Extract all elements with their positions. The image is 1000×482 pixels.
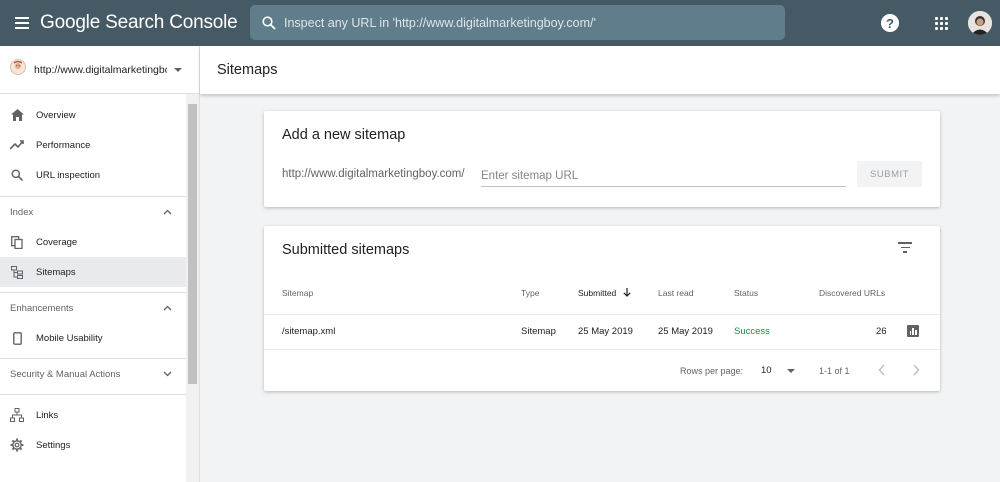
cell-discovered-urls: 26 (876, 326, 887, 337)
rows-per-page-select[interactable]: 10 (761, 365, 795, 376)
phone-icon (10, 331, 24, 345)
section-label: Enhancements (10, 302, 74, 314)
sidebar-item-label: Overview (36, 109, 76, 121)
copy-icon (10, 235, 24, 249)
column-header-submitted[interactable]: Submitted (578, 288, 631, 299)
top-app-bar: Google Search Console ? (0, 0, 1000, 46)
sidebar-item-label: Settings (36, 439, 71, 451)
sidebar-item-overview[interactable]: Overview (0, 100, 186, 130)
divider (264, 314, 940, 315)
rows-per-page-value: 10 (761, 365, 772, 376)
sidebar-item-label: Sitemaps (36, 266, 76, 278)
sidebar-item-label: Mobile Usability (36, 332, 103, 344)
sidebar: http://www.digitalmarketingboy.com/ Over… (0, 46, 200, 482)
avatar[interactable] (968, 11, 992, 35)
sidebar-section-index[interactable]: Index (0, 197, 200, 227)
sidebar-item-mobile-usability[interactable]: Mobile Usability (0, 323, 186, 353)
search-icon (262, 15, 276, 30)
sidebar-scrollbar[interactable] (186, 94, 199, 482)
sidebar-item-sitemaps[interactable]: Sitemaps (0, 257, 186, 287)
sitemap-url-prefix: http://www.digitalmarketingboy.com/ (282, 168, 465, 180)
url-inspection-search[interactable] (250, 5, 785, 40)
column-header-last-read[interactable]: Last read (658, 288, 693, 298)
column-header-type[interactable]: Type (521, 288, 539, 298)
divider (264, 349, 940, 350)
chevron-up-icon (163, 303, 172, 314)
page-title: Sitemaps (200, 46, 1000, 94)
submit-button[interactable]: SUBMIT (857, 161, 922, 187)
app-title[interactable]: Google Search Console (40, 12, 238, 34)
search-icon (10, 168, 24, 182)
sidebar-item-label: Links (36, 409, 59, 421)
sidebar-item-label: URL inspection (36, 169, 101, 181)
links-icon (10, 408, 24, 422)
column-header-label: Submitted (578, 288, 617, 298)
status-badge: Success (734, 326, 770, 337)
column-header-discovered-urls[interactable]: Discovered URLs (819, 288, 885, 298)
add-sitemap-card: Add a new sitemap http://www.digitalmark… (264, 111, 940, 207)
sidebar-section-enhancements[interactable]: Enhancements (0, 293, 200, 323)
card-title: Add a new sitemap (282, 127, 406, 143)
home-icon (10, 108, 24, 122)
arrow-down-icon (623, 288, 631, 299)
property-url: http://www.digitalmarketingboy.com/ (34, 63, 167, 76)
scrollbar-thumb[interactable] (188, 104, 197, 384)
cell-submitted: 25 May 2019 (578, 326, 633, 337)
search-input[interactable] (284, 15, 754, 30)
sitemap-url-input[interactable] (481, 165, 846, 187)
property-favicon-icon (10, 59, 26, 80)
chevron-left-icon[interactable] (878, 364, 886, 379)
chevron-down-icon (174, 67, 182, 72)
cell-sitemap[interactable]: /sitemap.xml (282, 326, 335, 337)
sidebar-item-settings[interactable]: Settings (0, 430, 186, 460)
help-icon[interactable]: ? (881, 14, 899, 32)
submitted-sitemaps-card: Submitted sitemaps Sitemap Type Submitte… (264, 226, 940, 391)
pagination-range: 1-1 of 1 (819, 366, 850, 376)
sidebar-item-coverage[interactable]: Coverage (0, 227, 186, 257)
sidebar-section-security[interactable]: Security & Manual Actions (0, 359, 200, 389)
sidebar-item-url-inspection[interactable]: URL inspection (0, 160, 186, 190)
cell-type: Sitemap (521, 326, 556, 337)
rows-per-page-label: Rows per page: (680, 366, 744, 376)
sitemap-icon (10, 265, 24, 279)
sidebar-item-label: Coverage (36, 236, 78, 248)
sidebar-item-label: Performance (36, 139, 91, 151)
apps-grid-icon[interactable] (935, 16, 948, 30)
chevron-up-icon (163, 207, 172, 218)
gear-icon (10, 438, 24, 452)
card-title: Submitted sitemaps (282, 242, 410, 258)
column-header-sitemap[interactable]: Sitemap (282, 288, 313, 298)
sidebar-item-performance[interactable]: Performance (0, 130, 186, 160)
column-header-status[interactable]: Status (734, 288, 758, 298)
cell-last-read: 25 May 2019 (658, 326, 713, 337)
bar-chart-icon[interactable] (907, 325, 919, 337)
property-selector[interactable]: http://www.digitalmarketingboy.com/ (0, 46, 199, 94)
section-label: Security & Manual Actions (10, 368, 121, 380)
section-label: Index (10, 206, 34, 218)
trending-up-icon (10, 138, 24, 152)
chevron-down-icon (786, 368, 795, 373)
filter-icon[interactable] (898, 242, 912, 256)
menu-icon[interactable] (4, 5, 40, 41)
chevron-down-icon (163, 369, 172, 380)
sidebar-item-links[interactable]: Links (0, 400, 186, 430)
chevron-right-icon[interactable] (912, 364, 920, 379)
